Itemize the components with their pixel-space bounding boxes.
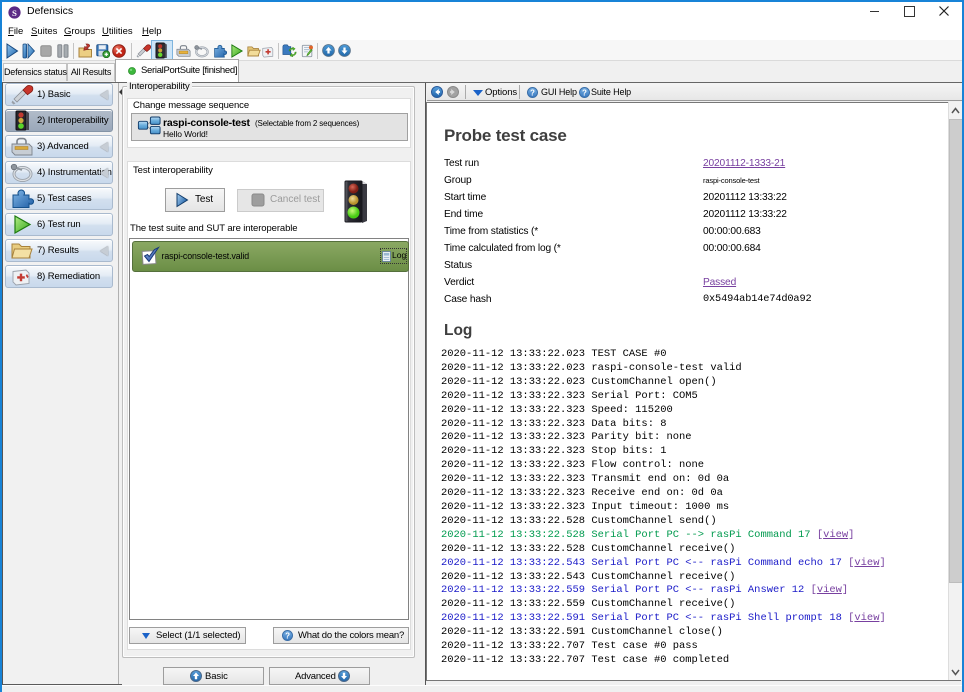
svg-text:?: ? (530, 88, 535, 97)
svg-text:?: ? (285, 631, 290, 640)
svg-text:?: ? (582, 88, 587, 97)
svg-text:S: S (12, 8, 17, 18)
